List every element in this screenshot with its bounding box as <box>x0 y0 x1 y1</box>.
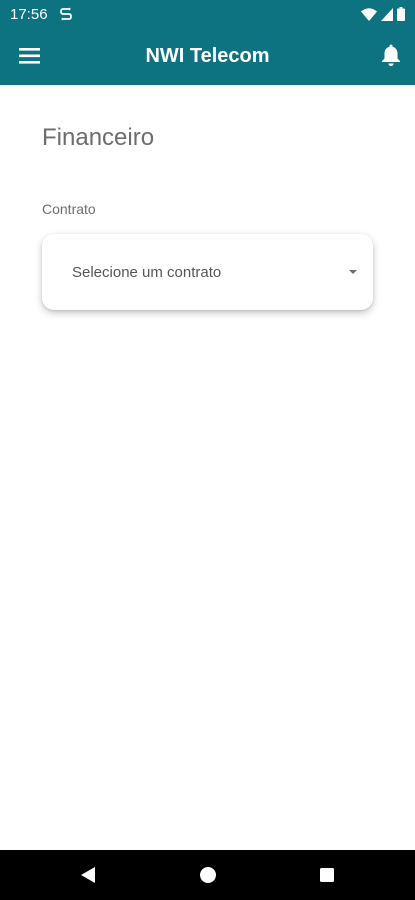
home-icon[interactable] <box>183 850 233 900</box>
contract-label: Contrato <box>42 201 96 217</box>
status-bar: 17:56 <box>0 0 415 28</box>
recents-icon[interactable] <box>302 850 352 900</box>
sync-icon <box>59 7 72 21</box>
contract-select-value: Selecione um contrato <box>72 263 222 281</box>
bell-icon[interactable] <box>380 43 402 67</box>
status-time: 17:56 <box>10 5 48 23</box>
battery-icon <box>397 7 405 21</box>
app-title: NWI Telecom <box>145 45 270 67</box>
navigation-bar <box>0 850 415 900</box>
wifi-icon <box>361 7 377 21</box>
back-icon[interactable] <box>63 850 113 900</box>
hamburger-menu-icon[interactable] <box>19 45 41 67</box>
contract-select[interactable]: Selecione um contrato <box>42 234 373 310</box>
page-title: Financeiro <box>42 124 155 151</box>
dropdown-arrow-icon <box>349 270 357 274</box>
app-bar: NWI Telecom <box>0 28 415 85</box>
signal-icon <box>381 7 393 21</box>
screen: 17:56 NWI Telecom Financeiro Contrato Se… <box>0 0 415 900</box>
